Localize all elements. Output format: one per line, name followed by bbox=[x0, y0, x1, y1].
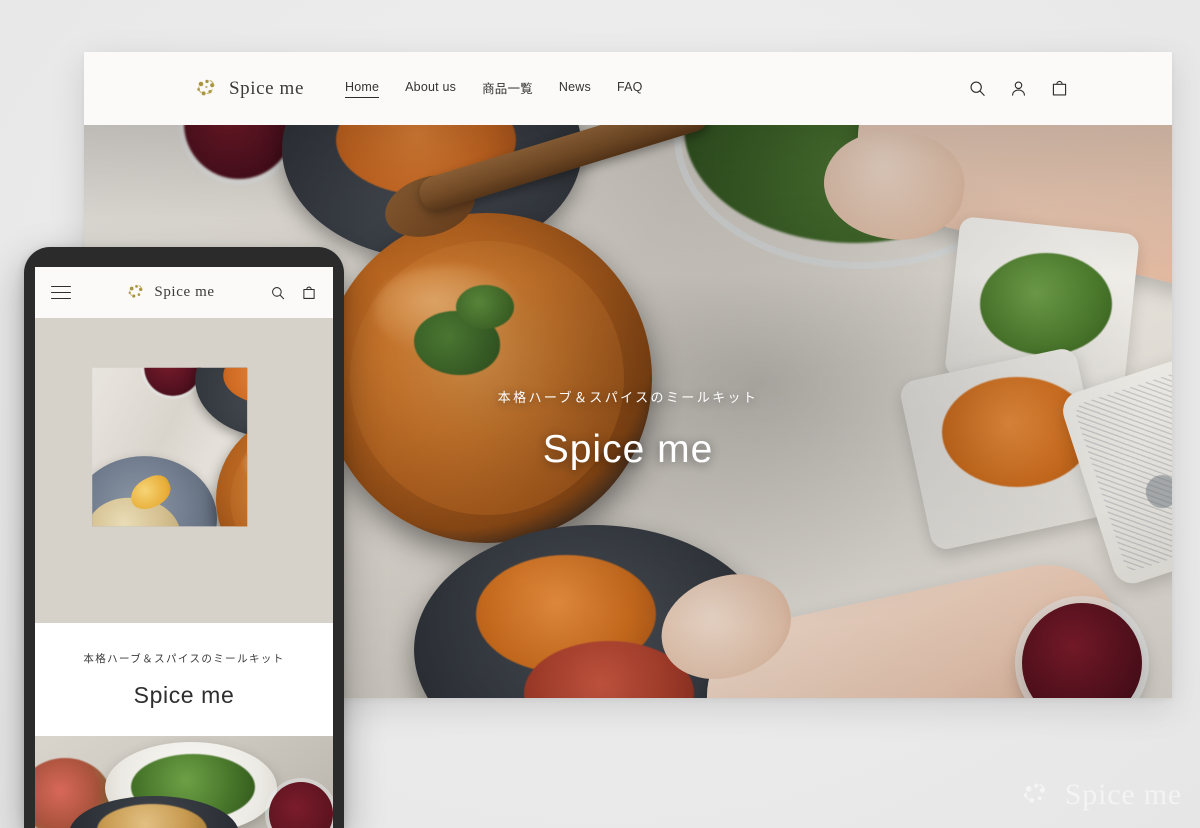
mobile-screen: Spice me 本格ハーブ＆スパイスのミールキット Spice me bbox=[35, 267, 333, 828]
hamburger-menu-icon[interactable] bbox=[51, 285, 71, 300]
mobile-hero-tagline: 本格ハーブ＆スパイスのミールキット bbox=[83, 652, 285, 665]
logo-wordmark: Spice me bbox=[154, 284, 215, 300]
search-icon[interactable] bbox=[968, 79, 987, 98]
mobile-header-icons bbox=[270, 285, 317, 301]
nav-item-about-us[interactable]: About us bbox=[405, 80, 456, 97]
spice-scatter-logo-icon bbox=[194, 76, 220, 102]
search-icon[interactable] bbox=[270, 285, 286, 301]
mobile-logo[interactable]: Spice me bbox=[126, 282, 214, 303]
mobile-hero-title: Spice me bbox=[133, 681, 235, 708]
cart-icon[interactable] bbox=[1050, 79, 1069, 98]
desktop-logo[interactable]: Spice me bbox=[194, 76, 304, 102]
spice-scatter-logo-icon bbox=[1020, 779, 1052, 811]
cart-icon[interactable] bbox=[301, 285, 317, 301]
spice-scatter-logo-icon bbox=[126, 282, 147, 303]
desktop-header-icons bbox=[968, 79, 1069, 98]
nav-item-home[interactable]: Home bbox=[344, 80, 380, 98]
hero-tagline: 本格ハーブ＆スパイスのミールキット bbox=[497, 391, 759, 406]
nav-item-products[interactable]: 商品一覧 bbox=[482, 78, 533, 100]
hero-title: Spice me bbox=[542, 428, 714, 471]
mobile-mockup: Spice me 本格ハーブ＆スパイスのミールキット Spice me bbox=[24, 247, 344, 828]
mobile-hero-copy: 本格ハーブ＆スパイスのミールキット Spice me bbox=[35, 623, 333, 736]
watermark: Spice me bbox=[1020, 778, 1182, 812]
nav-item-faq[interactable]: FAQ bbox=[617, 80, 643, 97]
mobile-header: Spice me bbox=[35, 267, 333, 318]
desktop-header: Spice me Home About us 商品一覧 News FAQ bbox=[84, 52, 1172, 126]
mobile-second-image bbox=[35, 736, 333, 828]
logo-wordmark: Spice me bbox=[229, 77, 304, 99]
hero-copy: 本格ハーブ＆スパイスのミールキット Spice me bbox=[84, 387, 1172, 472]
watermark-text: Spice me bbox=[1064, 778, 1182, 811]
nav-item-news[interactable]: News bbox=[559, 80, 591, 97]
account-icon[interactable] bbox=[1009, 79, 1028, 98]
desktop-nav: Home About us 商品一覧 News FAQ bbox=[344, 78, 643, 100]
